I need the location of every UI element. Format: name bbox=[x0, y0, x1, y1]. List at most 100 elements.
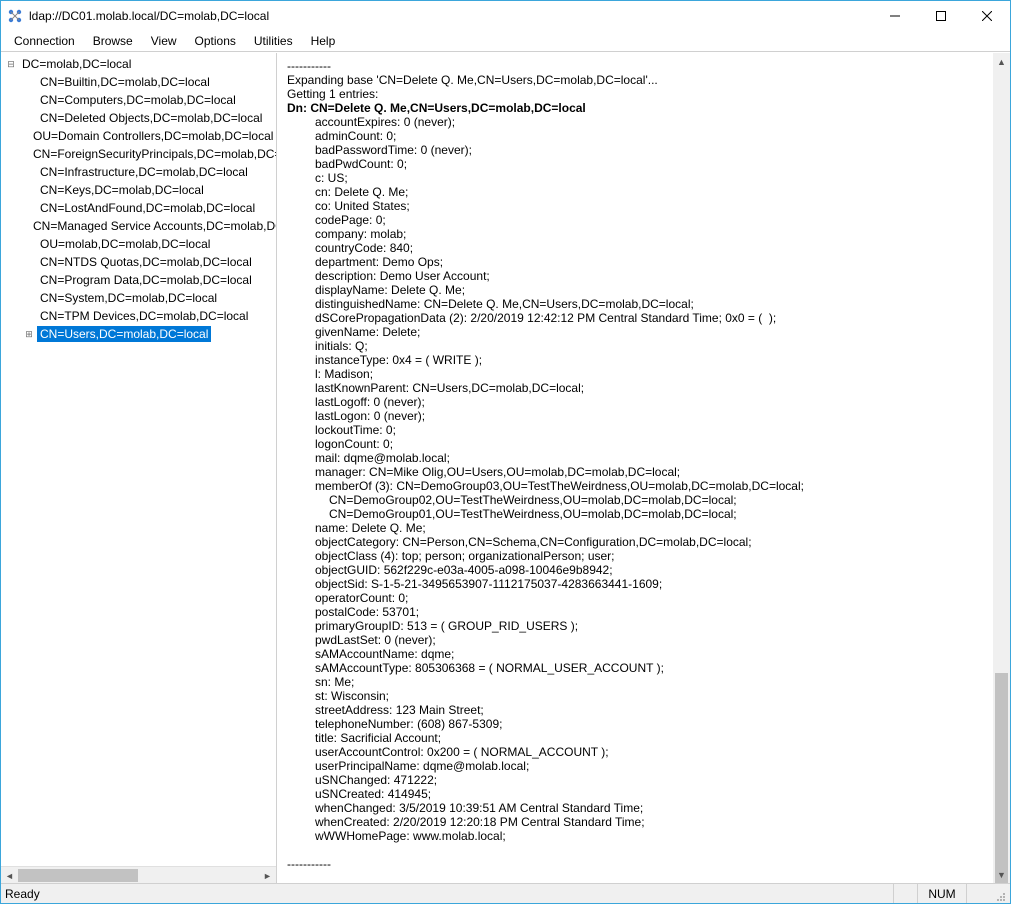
vscroll-thumb[interactable] bbox=[995, 673, 1008, 883]
tree-item-label: CN=Builtin,DC=molab,DC=local bbox=[37, 74, 213, 90]
scroll-right-icon[interactable]: ► bbox=[259, 867, 276, 883]
tree-leaf-icon bbox=[23, 310, 35, 322]
details-vscrollbar[interactable]: ▲ ▼ bbox=[993, 53, 1010, 883]
detail-line: name: Delete Q. Me; bbox=[287, 521, 983, 535]
status-ready: Ready bbox=[5, 887, 893, 901]
status-empty-2 bbox=[966, 884, 990, 903]
detail-line: badPasswordTime: 0 (never); bbox=[287, 143, 983, 157]
close-button[interactable] bbox=[964, 1, 1010, 31]
tree-scroll[interactable]: ⊟DC=molab,DC=local CN=Builtin,DC=molab,D… bbox=[1, 53, 276, 866]
tree-node[interactable]: CN=Managed Service Accounts,DC=molab,DC=… bbox=[5, 217, 276, 235]
tree-node[interactable]: CN=Program Data,DC=molab,DC=local bbox=[5, 271, 276, 289]
detail-line: objectGUID: 562f229c-e03a-4005-a098-1004… bbox=[287, 563, 983, 577]
tree-leaf-icon bbox=[23, 256, 35, 268]
tree-collapse-icon[interactable]: ⊟ bbox=[5, 58, 17, 70]
detail-line: lockoutTime: 0; bbox=[287, 423, 983, 437]
tree-leaf-icon bbox=[23, 292, 35, 304]
detail-line: logonCount: 0; bbox=[287, 437, 983, 451]
detail-line: badPwdCount: 0; bbox=[287, 157, 983, 171]
detail-line: sAMAccountType: 805306368 = ( NORMAL_USE… bbox=[287, 661, 983, 675]
detail-line: department: Demo Ops; bbox=[287, 255, 983, 269]
detail-line: codePage: 0; bbox=[287, 213, 983, 227]
tree-node[interactable]: CN=Keys,DC=molab,DC=local bbox=[5, 181, 276, 199]
tree-leaf-icon bbox=[23, 112, 35, 124]
menu-connection[interactable]: Connection bbox=[5, 32, 84, 50]
details-content[interactable]: -----------Expanding base 'CN=Delete Q. … bbox=[277, 53, 993, 883]
menu-browse[interactable]: Browse bbox=[84, 32, 142, 50]
detail-line: whenCreated: 2/20/2019 12:20:18 PM Centr… bbox=[287, 815, 983, 829]
tree-item-label: OU=molab,DC=molab,DC=local bbox=[37, 236, 213, 252]
detail-line: sAMAccountName: dqme; bbox=[287, 647, 983, 661]
tree-item-label: CN=Computers,DC=molab,DC=local bbox=[37, 92, 239, 108]
scroll-left-icon[interactable]: ◄ bbox=[1, 867, 18, 883]
window-controls bbox=[872, 1, 1010, 31]
tree-expand-icon[interactable]: ⊞ bbox=[23, 328, 35, 340]
minimize-button[interactable] bbox=[872, 1, 918, 31]
tree-node[interactable]: ⊞CN=Users,DC=molab,DC=local bbox=[5, 325, 276, 343]
detail-line: lastLogon: 0 (never); bbox=[287, 409, 983, 423]
detail-line: CN=DemoGroup02,OU=TestTheWeirdness,OU=mo… bbox=[287, 493, 983, 507]
tree-node[interactable]: CN=TPM Devices,DC=molab,DC=local bbox=[5, 307, 276, 325]
detail-line: uSNCreated: 414945; bbox=[287, 787, 983, 801]
tree-item-label: CN=LostAndFound,DC=molab,DC=local bbox=[37, 200, 258, 216]
detail-line: dSCorePropagationData (2): 2/20/2019 12:… bbox=[287, 311, 983, 325]
detail-line: description: Demo User Account; bbox=[287, 269, 983, 283]
tree-node[interactable]: OU=molab,DC=molab,DC=local bbox=[5, 235, 276, 253]
status-empty-1 bbox=[893, 884, 917, 903]
tree-node[interactable]: CN=LostAndFound,DC=molab,DC=local bbox=[5, 199, 276, 217]
detail-line: cn: Delete Q. Me; bbox=[287, 185, 983, 199]
menu-utilities[interactable]: Utilities bbox=[245, 32, 302, 50]
tree-node[interactable]: CN=Computers,DC=molab,DC=local bbox=[5, 91, 276, 109]
tree-hscrollbar[interactable]: ◄ ► bbox=[1, 866, 276, 883]
detail-line: userPrincipalName: dqme@molab.local; bbox=[287, 759, 983, 773]
detail-line: sn: Me; bbox=[287, 675, 983, 689]
detail-line: memberOf (3): CN=DemoGroup03,OU=TestTheW… bbox=[287, 479, 983, 493]
tree-node[interactable]: CN=NTDS Quotas,DC=molab,DC=local bbox=[5, 253, 276, 271]
window-title: ldap://DC01.molab.local/DC=molab,DC=loca… bbox=[29, 9, 872, 23]
detail-line: Expanding base 'CN=Delete Q. Me,CN=Users… bbox=[287, 73, 983, 87]
tree-node[interactable]: CN=Deleted Objects,DC=molab,DC=local bbox=[5, 109, 276, 127]
detail-line: wWWHomePage: www.molab.local; bbox=[287, 829, 983, 843]
scroll-down-icon[interactable]: ▼ bbox=[993, 866, 1010, 883]
menubar: Connection Browse View Options Utilities… bbox=[1, 31, 1010, 52]
titlebar: ldap://DC01.molab.local/DC=molab,DC=loca… bbox=[1, 1, 1010, 31]
detail-line: userAccountControl: 0x200 = ( NORMAL_ACC… bbox=[287, 745, 983, 759]
detail-line: co: United States; bbox=[287, 199, 983, 213]
detail-line: givenName: Delete; bbox=[287, 325, 983, 339]
tree-item-label: CN=Deleted Objects,DC=molab,DC=local bbox=[37, 110, 265, 126]
detail-line: operatorCount: 0; bbox=[287, 591, 983, 605]
detail-line: pwdLastSet: 0 (never); bbox=[287, 633, 983, 647]
tree-root-node[interactable]: ⊟DC=molab,DC=local bbox=[5, 55, 276, 73]
detail-line: lastLogoff: 0 (never); bbox=[287, 395, 983, 409]
tree-leaf-icon bbox=[23, 76, 35, 88]
tree-node[interactable]: CN=ForeignSecurityPrincipals,DC=molab,DC… bbox=[5, 145, 276, 163]
detail-line: uSNChanged: 471222; bbox=[287, 773, 983, 787]
tree-leaf-icon bbox=[23, 220, 28, 232]
detail-line: initials: Q; bbox=[287, 339, 983, 353]
tree-node[interactable]: CN=Infrastructure,DC=molab,DC=local bbox=[5, 163, 276, 181]
detail-line: countryCode: 840; bbox=[287, 241, 983, 255]
tree-leaf-icon bbox=[23, 130, 28, 142]
hscroll-thumb[interactable] bbox=[18, 869, 138, 882]
detail-line: title: Sacrificial Account; bbox=[287, 731, 983, 745]
resize-grip-icon[interactable] bbox=[990, 886, 1006, 902]
detail-line: st: Wisconsin; bbox=[287, 689, 983, 703]
main-split: ⊟DC=molab,DC=local CN=Builtin,DC=molab,D… bbox=[1, 52, 1010, 883]
menu-options[interactable]: Options bbox=[186, 32, 245, 50]
detail-line: company: molab; bbox=[287, 227, 983, 241]
detail-line: primaryGroupID: 513 = ( GROUP_RID_USERS … bbox=[287, 619, 983, 633]
detail-line: postalCode: 53701; bbox=[287, 605, 983, 619]
detail-line: objectSid: S-1-5-21-3495653907-111217503… bbox=[287, 577, 983, 591]
tree-node[interactable]: CN=System,DC=molab,DC=local bbox=[5, 289, 276, 307]
tree-leaf-icon bbox=[23, 94, 35, 106]
tree-node[interactable]: CN=Builtin,DC=molab,DC=local bbox=[5, 73, 276, 91]
detail-line: mail: dqme@molab.local; bbox=[287, 451, 983, 465]
detail-line: streetAddress: 123 Main Street; bbox=[287, 703, 983, 717]
menu-view[interactable]: View bbox=[142, 32, 186, 50]
detail-line: Dn: CN=Delete Q. Me,CN=Users,DC=molab,DC… bbox=[287, 101, 983, 115]
maximize-button[interactable] bbox=[918, 1, 964, 31]
menu-help[interactable]: Help bbox=[302, 32, 345, 50]
tree-node[interactable]: OU=Domain Controllers,DC=molab,DC=local bbox=[5, 127, 276, 145]
tree-item-label: CN=ForeignSecurityPrincipals,DC=molab,DC… bbox=[30, 146, 276, 162]
scroll-up-icon[interactable]: ▲ bbox=[993, 53, 1010, 70]
